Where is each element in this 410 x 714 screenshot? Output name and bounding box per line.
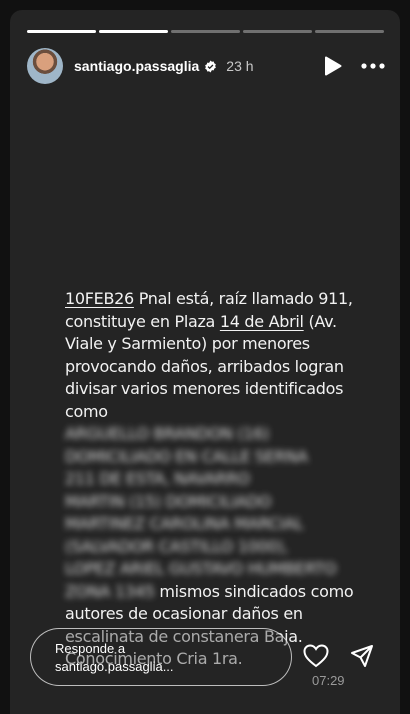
more-options-icon[interactable] <box>360 53 386 79</box>
play-icon[interactable] <box>320 53 346 79</box>
avatar[interactable] <box>27 48 63 84</box>
place-link: 14 de Abril <box>219 311 304 331</box>
progress-segment-1 <box>27 30 96 33</box>
redacted-line: ZONA 1345 <box>65 581 155 601</box>
reply-placeholder-line-1: Responde a <box>55 641 126 656</box>
redacted-line: DOMICILIADO EN CALLE SERNA <box>65 446 308 466</box>
send-icon[interactable] <box>346 640 378 672</box>
username[interactable]: santiago.passaglia <box>74 58 199 74</box>
story-progress-bar <box>27 30 384 33</box>
verified-badge-icon <box>204 60 217 73</box>
progress-segment-3 <box>171 30 240 33</box>
date-tag: 10FEB26 <box>65 289 134 308</box>
reply-placeholder-line-2: santiago.passaglia... <box>55 659 174 674</box>
post-time: 23 h <box>226 58 254 74</box>
redacted-line: ARGUELLO BRANDON (16) <box>65 424 270 443</box>
progress-segment-5 <box>315 30 384 33</box>
redacted-line: MARTINEZ CAROLINA MARCIAL <box>65 514 304 533</box>
story-header: santiago.passaglia 23 h <box>27 48 386 84</box>
story-viewer: santiago.passaglia 23 h 10FEB26 Pnal est… <box>10 10 400 714</box>
redacted-line: 211 DE ESTA, NAVARRO <box>65 469 250 488</box>
heart-icon[interactable] <box>300 640 332 672</box>
timestamp: 07:29 <box>312 673 345 688</box>
redacted-line: LOPEZ ARIEL GUSTAVO HUMBERTO <box>65 559 337 578</box>
story-text: 10FEB26 Pnal está, raíz llamado 911, con… <box>65 288 355 671</box>
redacted-line: (SALVADOR CASTILLO 1000), <box>65 536 289 556</box>
progress-segment-2 <box>99 30 168 33</box>
progress-segment-4 <box>243 30 312 33</box>
redacted-line: MARTIN (15) DOMICILIADO <box>65 491 272 511</box>
reply-input[interactable]: Responde a santiago.passaglia... <box>30 628 292 686</box>
